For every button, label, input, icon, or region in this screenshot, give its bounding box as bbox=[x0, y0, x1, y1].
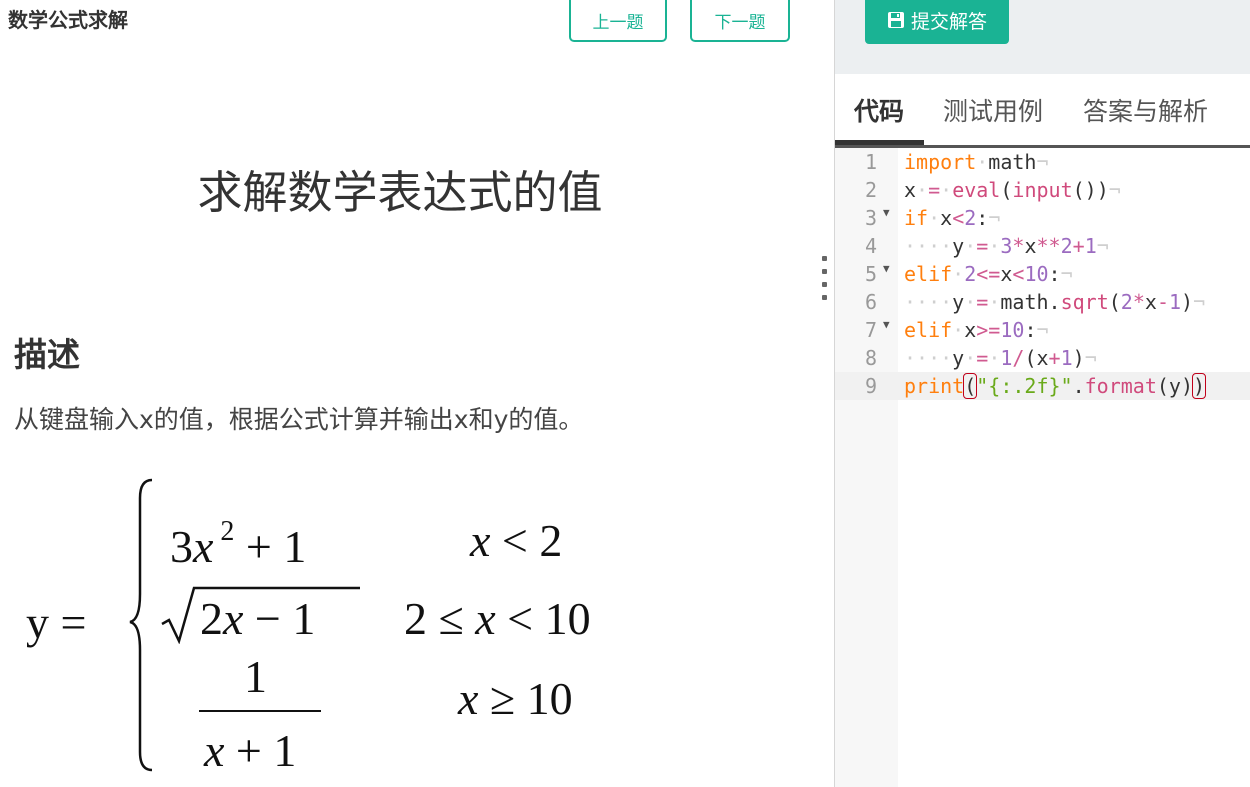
drag-handle-icon[interactable] bbox=[821, 256, 829, 310]
code-text: x·=·eval(input())¬ bbox=[904, 178, 1121, 202]
code-editor[interactable]: 1 import·math¬ 2 x·=·eval(input())¬ 3 ▼ … bbox=[835, 148, 1250, 787]
line-number: 9 bbox=[864, 374, 877, 398]
code-text: ····y·=·math.sqrt(2*x-1)¬ bbox=[904, 290, 1206, 314]
problem-pane: 数学公式求解 上一题 下一题 求解数学表达式的值 描述 从键盘输入x的值，根据公… bbox=[0, 0, 834, 787]
line-number: 5 bbox=[864, 262, 877, 286]
line-number: 6 bbox=[864, 290, 877, 314]
code-text: print("{:.2f}".format(y)) bbox=[904, 373, 1207, 399]
editor-pane: 提交解答 代码 测试用例 答案与解析 1 import·math¬ 2 x·=·… bbox=[835, 0, 1250, 787]
code-line[interactable]: 3 ▼ if·x<2:¬ bbox=[835, 204, 1250, 232]
fold-triangle-icon[interactable]: ▼ bbox=[883, 262, 890, 275]
case-3-numerator: 1 bbox=[244, 651, 267, 702]
code-line-active[interactable]: 9 print("{:.2f}".format(y)) bbox=[835, 372, 1250, 400]
tab-test-cases[interactable]: 测试用例 bbox=[943, 92, 1043, 128]
save-icon bbox=[887, 12, 904, 28]
editor-toolbar: 提交解答 bbox=[835, 0, 1250, 74]
active-tab-indicator bbox=[835, 140, 924, 145]
editor-tabs: 代码 测试用例 答案与解析 bbox=[835, 74, 1250, 148]
code-line[interactable]: 2 x·=·eval(input())¬ bbox=[835, 176, 1250, 204]
tab-answer-analysis[interactable]: 答案与解析 bbox=[1083, 92, 1208, 128]
case-2-expression: 2x − 1 bbox=[200, 593, 316, 644]
case-3-denominator: x + 1 bbox=[204, 725, 297, 776]
code-line[interactable]: 8 ····y·=·1/(x+1)¬ bbox=[835, 344, 1250, 372]
formula-lhs: y = bbox=[26, 597, 87, 648]
code-text: if·x<2:¬ bbox=[904, 206, 1001, 230]
fold-triangle-icon[interactable]: ▼ bbox=[883, 206, 890, 219]
code-line[interactable]: 4 ····y·=·3*x**2+1¬ bbox=[835, 232, 1250, 260]
piecewise-formula: y = 3x 2 + 1 x < 2 2x − 1 2 ≤ x < 10 1 x… bbox=[0, 470, 834, 787]
line-number: 4 bbox=[864, 234, 877, 258]
code-text: ····y·=·3*x**2+1¬ bbox=[904, 234, 1109, 258]
tab-code[interactable]: 代码 bbox=[854, 92, 904, 128]
code-line[interactable]: 5 ▼ elif·2<=x<10:¬ bbox=[835, 260, 1250, 288]
line-number: 8 bbox=[864, 346, 877, 370]
line-number: 2 bbox=[864, 178, 877, 202]
case-2-condition: 2 ≤ x < 10 bbox=[404, 593, 591, 644]
description-text: 从键盘输入x的值，根据公式计算并输出x和y的值。 bbox=[14, 405, 584, 434]
problem-title: 求解数学表达式的值 bbox=[197, 166, 603, 219]
fold-triangle-icon[interactable]: ▼ bbox=[883, 318, 890, 331]
left-brace bbox=[129, 478, 153, 772]
prev-problem-button[interactable]: 上一题 bbox=[569, 0, 667, 42]
code-text: ····y·=·1/(x+1)¬ bbox=[904, 346, 1097, 370]
next-problem-button[interactable]: 下一题 bbox=[690, 0, 790, 42]
code-line[interactable]: 6 ····y·=·math.sqrt(2*x-1)¬ bbox=[835, 288, 1250, 316]
case-1-expression: 3x 2 + 1 bbox=[170, 516, 307, 572]
description-heading: 描述 bbox=[14, 335, 80, 374]
fraction-bar bbox=[199, 710, 321, 712]
submit-label: 提交解答 bbox=[910, 10, 987, 33]
line-number: 3 bbox=[864, 206, 877, 230]
line-number: 7 bbox=[864, 318, 877, 342]
case-1-condition: x < 2 bbox=[470, 515, 563, 566]
code-line[interactable]: 1 import·math¬ bbox=[835, 148, 1250, 176]
line-number: 1 bbox=[864, 150, 877, 174]
code-line[interactable]: 7 ▼ elif·x>=10:¬ bbox=[835, 316, 1250, 344]
code-text: elif·2<=x<10:¬ bbox=[904, 262, 1073, 286]
app-title: 数学公式求解 bbox=[8, 8, 128, 32]
code-text: import·math¬ bbox=[904, 150, 1049, 174]
code-text: elif·x>=10:¬ bbox=[904, 318, 1049, 342]
submit-solution-button[interactable]: 提交解答 bbox=[865, 0, 1009, 44]
case-3-condition: x ≥ 10 bbox=[458, 673, 573, 724]
